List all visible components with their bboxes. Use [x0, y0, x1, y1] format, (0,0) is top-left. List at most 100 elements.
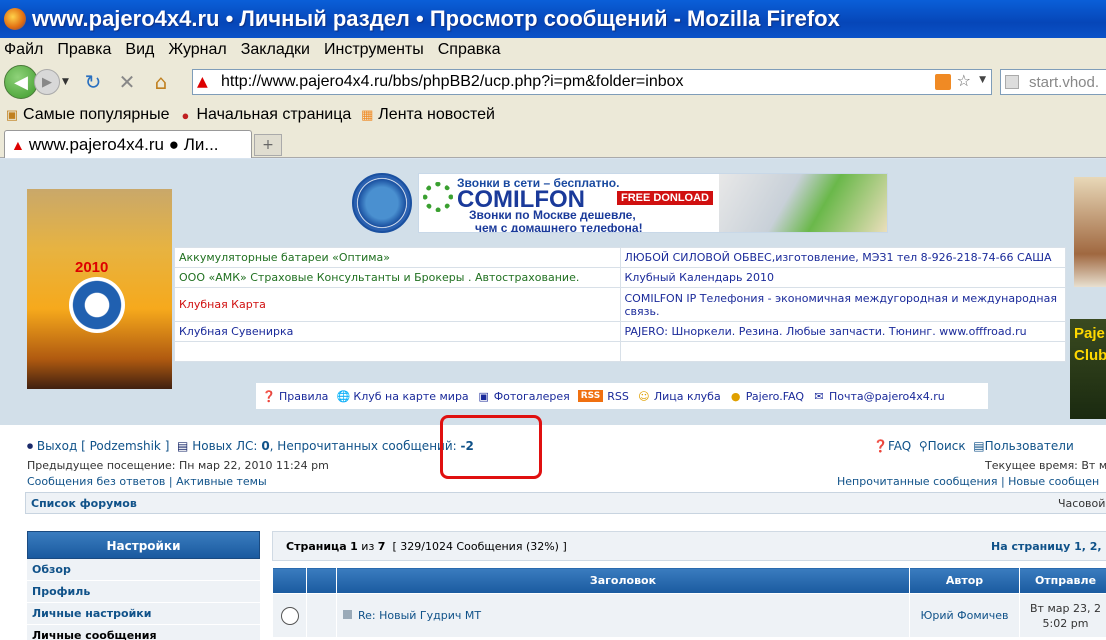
menu-file[interactable]: Файл — [4, 41, 43, 59]
logout-link[interactable]: Выход [ Podzemshik ] — [37, 439, 170, 453]
tab-bar: ▲ www.pajero4x4.ru ● Ли... + — [0, 128, 1106, 158]
previous-visit: Предыдущее посещение: Пн мар 22, 2010 11… — [27, 459, 329, 472]
forward-button[interactable]: ▶ — [34, 69, 60, 95]
settings-sidebar: Настройки Обзор Профиль Личные настройки… — [27, 531, 260, 640]
menu-tools[interactable]: Инструменты — [324, 41, 424, 59]
bookmark-home-page[interactable]: ● Начальная страница — [177, 106, 352, 124]
tab-active[interactable]: ▲ www.pajero4x4.ru ● Ли... — [4, 130, 252, 158]
rss-link[interactable]: RSS RSS — [577, 389, 629, 403]
sent-col-header[interactable]: Отправле — [1019, 567, 1106, 594]
back-button[interactable]: ◀ — [4, 65, 38, 99]
total-pages: 7 — [377, 540, 386, 553]
goto-pages[interactable]: На страницу 1, 2, — [991, 540, 1102, 553]
new-tab-button[interactable]: + — [254, 134, 282, 156]
faces-link[interactable]: ☺ Лица клуба — [637, 389, 721, 403]
firefox-icon — [4, 8, 26, 30]
speech-bubble-icon: ● — [730, 389, 741, 403]
comilfon-banner[interactable]: Звонки в сети – бесплатно. COMILFON FREE… — [418, 173, 888, 233]
history-dropdown-icon[interactable]: ▼ — [62, 77, 74, 87]
side-ad-club[interactable]: Paje Club — [1070, 319, 1106, 419]
search-box[interactable]: start.vhod. — [1000, 69, 1106, 95]
bookmark-most-visited[interactable]: ▣ Самые популярные — [4, 106, 170, 124]
bookmark-news-feed[interactable]: ▦ Лента новостей — [359, 106, 495, 124]
active-topics-link[interactable]: Активные темы — [176, 475, 267, 488]
globe-icon: 🌐 — [336, 389, 351, 403]
bookmark-star-icon[interactable]: ☆ — [957, 71, 971, 90]
rss-icon: ▦ — [361, 107, 374, 122]
sidebar-item-profile[interactable]: Профиль — [27, 581, 260, 603]
mail-link[interactable]: ✉ Почта@pajero4x4.ru — [812, 389, 944, 403]
msg-author-link[interactable]: Юрий Фомичев — [920, 609, 1008, 622]
msg-subject-link[interactable]: Re: Новый Гудрич МТ — [358, 609, 481, 622]
bookmark-label: Самые популярные — [23, 106, 170, 123]
tab-title: www.pajero4x4.ru ● Ли... — [28, 134, 219, 154]
ad-link[interactable]: COMILFON IP Телефония - экономичная межд… — [619, 287, 1066, 322]
messages-table: Заголовок Автор Отправле Re: Новый Гудри… — [272, 567, 1106, 638]
unread-posts-link[interactable]: Непрочитанные сообщения — [837, 475, 997, 488]
search-nav-link[interactable]: Поиск — [928, 439, 966, 453]
sidebar-item-overview[interactable]: Обзор — [27, 559, 260, 581]
breadcrumb: Список форумов Часовой — [25, 492, 1106, 514]
icon2-col-header — [306, 567, 337, 594]
ad-link[interactable]: PAJERO: Шноркели. Резина. Любые запчасти… — [619, 321, 1066, 342]
poster-year: 2010 — [75, 259, 109, 276]
users-nav-link[interactable]: Пользователи — [985, 439, 1074, 453]
home-button[interactable]: ⌂ — [146, 67, 176, 97]
comilfon-logo-icon — [423, 182, 453, 212]
sidebar-item-preferences[interactable]: Личные настройки — [27, 603, 260, 625]
menu-help[interactable]: Справка — [438, 41, 501, 59]
ad-link[interactable]: ООО «АМК» Страховые Консультанты и Броке… — [174, 267, 621, 288]
side-ad-text: Paje Club — [1074, 325, 1106, 364]
msg-status-cell — [272, 593, 307, 638]
subject-col-header[interactable]: Заголовок — [336, 567, 910, 594]
author-col-header[interactable]: Автор — [909, 567, 1020, 594]
gallery-link[interactable]: ▣ Фотогалерея — [477, 389, 570, 403]
banner-line2: Звонки по Москве дешевле, — [469, 208, 636, 222]
ad-link[interactable]: Клубный Календарь 2010 — [619, 267, 1066, 288]
rss-feed-icon[interactable] — [935, 74, 951, 90]
help-icon: ❓ — [262, 389, 276, 403]
faq-link[interactable]: ● Pajero.FAQ — [729, 389, 804, 403]
url-dropdown-icon[interactable]: ▼ — [979, 75, 986, 85]
ad-link[interactable]: Аккумуляторные батареи «Оптима» — [174, 247, 621, 268]
gallery-label: Фотогалерея — [493, 389, 570, 403]
table-row[interactable]: Re: Новый Гудрич МТ Юрий Фомичев Вт мар … — [272, 593, 1106, 638]
new-posts-links: Непрочитанные сообщения | Новые сообщен — [837, 475, 1100, 488]
faq-nav-link[interactable]: FAQ — [888, 439, 911, 453]
world-map-link[interactable]: 🌐 Клуб на карте мира — [336, 389, 469, 403]
current-page: 1 — [350, 540, 358, 553]
side-ad-image[interactable] — [1074, 177, 1106, 287]
faces-label: Лица клуба — [653, 389, 721, 403]
ads-row — [174, 341, 1066, 362]
pm-icon: ▤ — [177, 439, 189, 453]
new-posts-link[interactable]: Новые сообщен — [1008, 475, 1099, 488]
msg-icon-cell — [306, 593, 337, 638]
ad-empty-cell — [619, 341, 1066, 362]
ad-link[interactable]: Клубная Карта — [174, 287, 621, 322]
unanswered-link[interactable]: Сообщения без ответов — [27, 475, 165, 488]
forum-list-link[interactable]: Список форумов — [31, 497, 137, 510]
menu-bookmarks[interactable]: Закладки — [241, 41, 310, 59]
new-pm-count: 0 — [261, 439, 270, 453]
faq-label: Pajero.FAQ — [745, 389, 805, 403]
club-logo[interactable] — [352, 173, 412, 233]
window-title: www.pajero4x4.ru • Личный раздел • Просм… — [32, 6, 840, 31]
rules-link[interactable]: ❓ Правила — [262, 389, 328, 403]
ads-row: Клубная Сувенирка PAJERO: Шноркели. Рези… — [174, 321, 1066, 342]
ad-link[interactable]: ЛЮБОЙ СИЛОВОЙ ОБВЕС,изготовление, МЭЗ1 т… — [619, 247, 1066, 268]
url-bar[interactable]: ▲ http://www.pajero4x4.ru/bbs/phpBB2/ucp… — [192, 69, 992, 95]
ads-table: Аккумуляторные батареи «Оптима» ЛЮБОЙ СИ… — [174, 247, 1066, 362]
reload-button[interactable]: ↻ — [78, 67, 108, 97]
stop-button[interactable]: ✕ — [112, 67, 142, 97]
ad-link[interactable]: Клубная Сувенирка — [174, 321, 621, 342]
new-pm-link[interactable]: Новых ЛС: 0, Непрочитанных сообщений: -2 — [192, 439, 474, 453]
menu-view[interactable]: Вид — [125, 41, 154, 59]
club-emblem-icon — [69, 277, 125, 333]
url-text[interactable]: http://www.pajero4x4.ru/bbs/phpBB2/ucp.p… — [221, 73, 684, 91]
menu-edit[interactable]: Правка — [57, 41, 111, 59]
search-text[interactable]: start.vhod. — [1029, 74, 1099, 91]
rss-label: RSS — [607, 389, 629, 403]
search-engine-icon[interactable] — [1005, 75, 1019, 89]
menu-history[interactable]: Журнал — [168, 41, 226, 59]
sidebar-item-private-messages[interactable]: Личные сообщения — [27, 625, 260, 640]
